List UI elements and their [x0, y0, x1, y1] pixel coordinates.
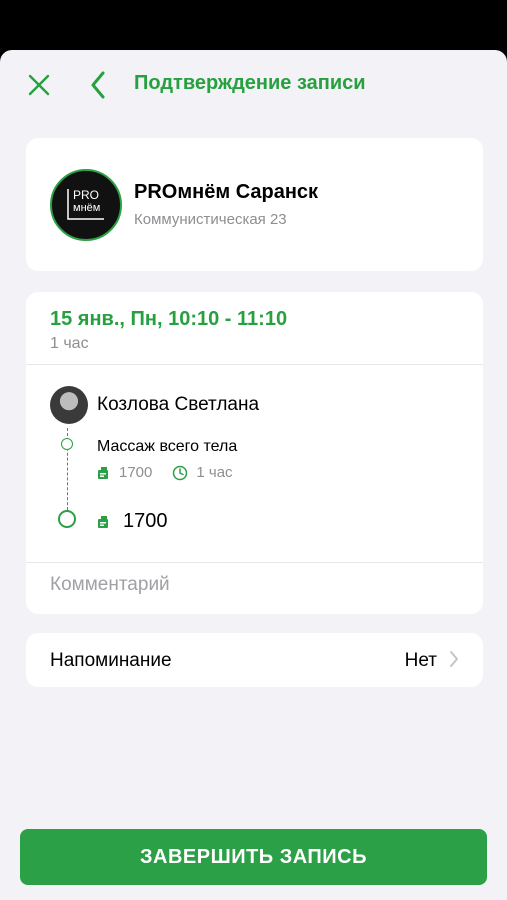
clock-icon	[172, 465, 188, 481]
close-button[interactable]	[24, 70, 54, 100]
back-button[interactable]	[83, 70, 113, 100]
salon-card: PRO мнём PROмнём Саранск Коммунистическа…	[26, 138, 483, 271]
booking-date-time: 15 янв., Пн, 10:10 - 11:10	[50, 308, 288, 330]
master-name: Козлова Светлана	[97, 394, 260, 415]
header: Подтверждение записи	[0, 50, 507, 120]
total-price: 1700	[123, 510, 168, 532]
service-price: 1700	[119, 464, 153, 481]
price-tag-icon	[97, 466, 111, 480]
chevron-left-icon	[91, 71, 105, 99]
service-duration: 1 час	[196, 464, 233, 481]
divider	[26, 364, 483, 365]
chevron-right-icon	[449, 650, 459, 673]
reminder-label: Напоминание	[50, 650, 172, 671]
salon-name: PROмнём Саранск	[134, 181, 319, 203]
close-icon	[28, 74, 50, 96]
divider	[26, 562, 483, 563]
timeline-dot	[61, 438, 73, 450]
service-name: Массаж всего тела	[97, 438, 238, 455]
salon-logo: PRO мнём	[50, 169, 122, 241]
timeline-end-dot	[58, 510, 76, 528]
booking-duration: 1 час	[50, 335, 89, 352]
reminder-value: Нет	[404, 650, 437, 671]
price-tag-icon	[97, 515, 111, 529]
booking-details-card: 15 янв., Пн, 10:10 - 11:10 1 час Козлова…	[26, 292, 483, 614]
service-meta: 1700 1 час	[97, 464, 233, 481]
salon-logo-text-bottom: мнём	[73, 202, 101, 214]
booking-confirmation-sheet: Подтверждение записи PRO мнём PROмнём Са…	[0, 50, 507, 900]
salon-logo-text-top: PRO	[73, 188, 100, 202]
complete-booking-button[interactable]: ЗАВЕРШИТЬ ЗАПИСЬ	[20, 829, 487, 885]
master-avatar	[50, 386, 88, 424]
salon-address: Коммунистическая 23	[134, 211, 287, 228]
reminder-row[interactable]: Напоминание Нет	[26, 633, 483, 687]
page-title: Подтверждение записи	[134, 72, 366, 94]
booking-total: 1700	[97, 510, 168, 533]
comment-input[interactable]	[50, 565, 460, 605]
